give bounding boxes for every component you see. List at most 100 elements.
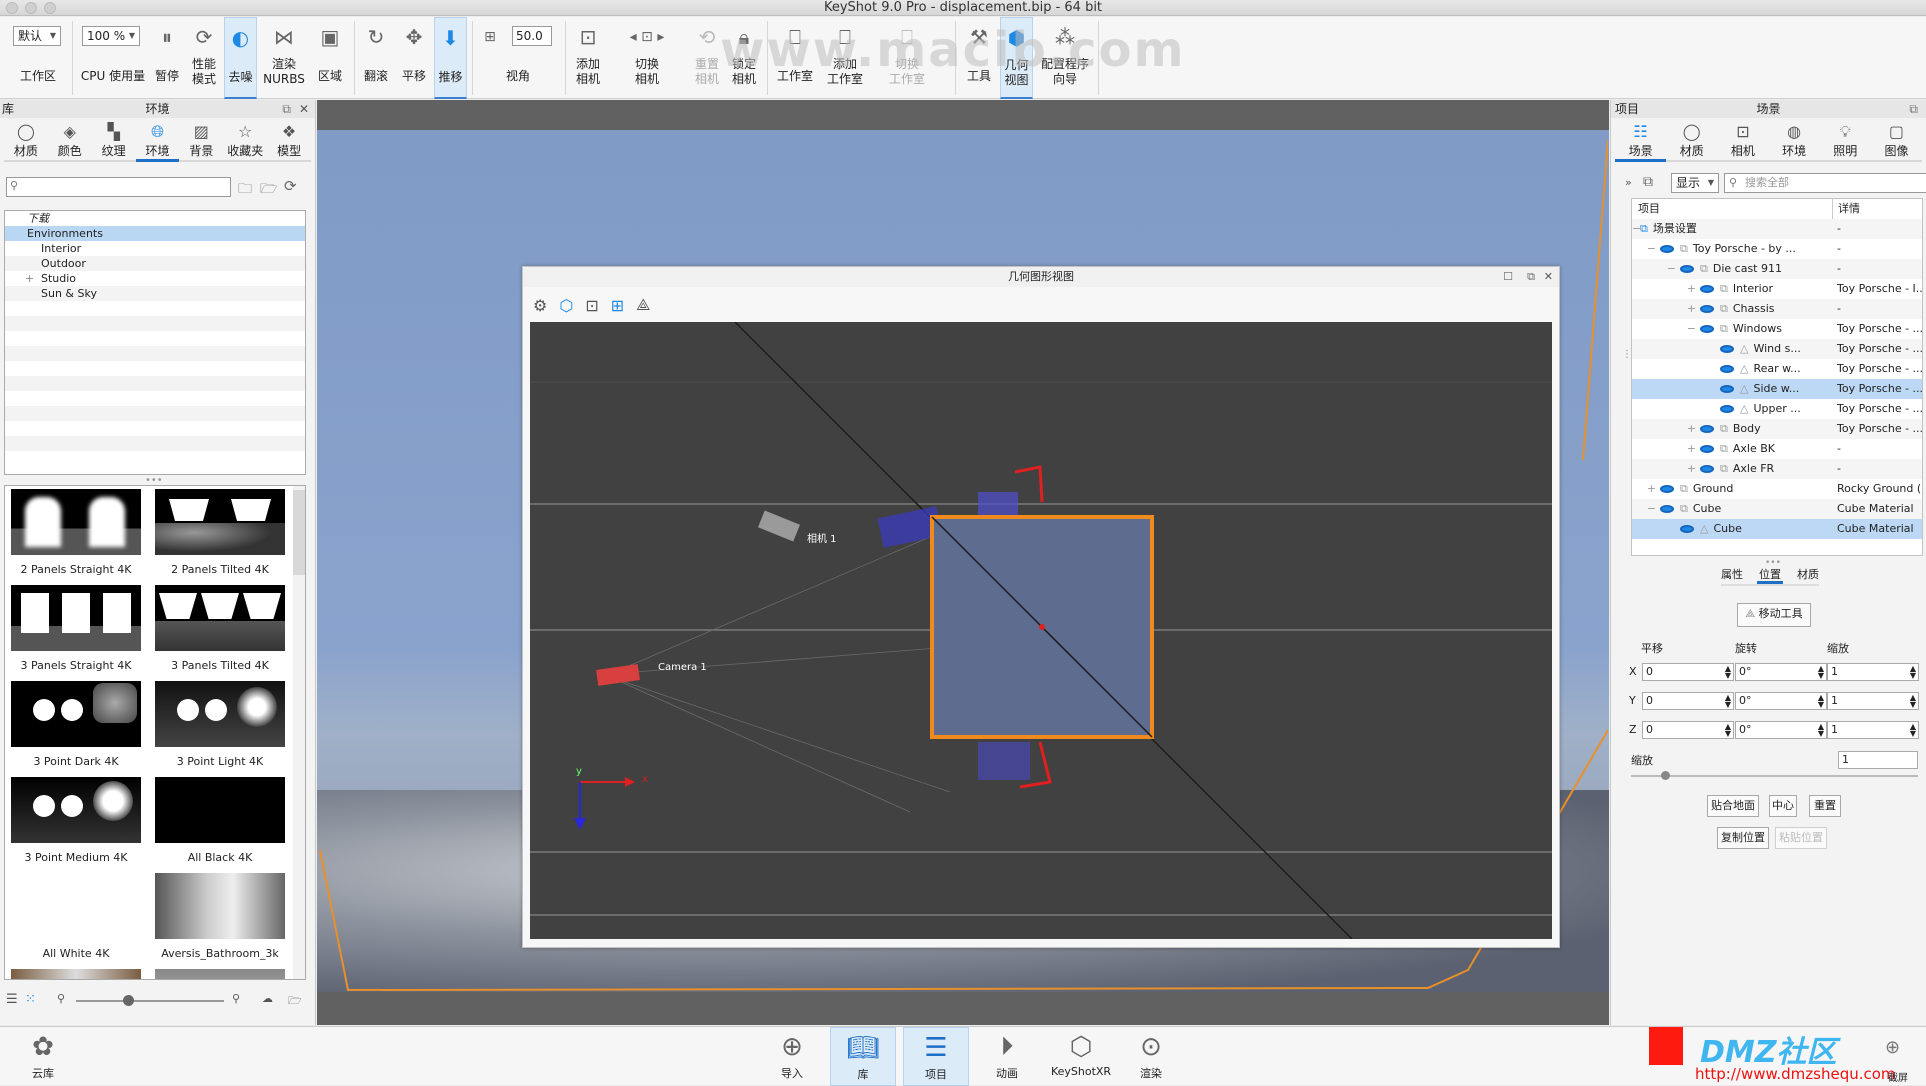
view-cube-icon[interactable]: ⬡ <box>559 296 573 315</box>
uniform-scale-input[interactable]: 1 <box>1838 751 1918 769</box>
expand-toggle-icon[interactable]: − <box>1632 319 1700 339</box>
spinner-arrows-icon[interactable]: ▲ ▼ <box>1910 723 1916 738</box>
grid-view-icon[interactable]: ⁙ <box>25 992 36 1007</box>
tree-item-outdoor[interactable]: Outdoor <box>5 256 305 271</box>
spinner-arrows-icon[interactable]: ▲ ▼ <box>1725 723 1731 738</box>
expand-toggle-icon[interactable]: + <box>1632 299 1700 319</box>
visibility-eye-icon[interactable] <box>1720 385 1734 393</box>
geometry-canvas[interactable]: 相机 1 Camera 1 y x <box>530 322 1552 939</box>
scene-tree-row[interactable]: + ⧉ Body Toy Porsche - ... <box>1632 419 1922 439</box>
camera-label[interactable]: Camera 1 <box>658 662 707 673</box>
visibility-eye-icon[interactable] <box>1700 445 1714 453</box>
switch-camera-button[interactable]: ◂ ⊡ ▸ 切换 相机 <box>618 17 676 99</box>
thumbnail-item[interactable]: 3 Point Light 4K <box>155 681 285 777</box>
cloud-library-button[interactable]: ✿ 云库 <box>10 1027 76 1086</box>
thumbnail-item[interactable]: 3 Panels Straight 4K <box>11 585 141 681</box>
render-nurbs-button[interactable]: ⋈ 渲染 NURBS <box>262 17 306 99</box>
library-search-input[interactable]: ⚲ <box>6 177 231 197</box>
add-folder-icon[interactable]: 🗀 <box>238 178 252 202</box>
settings-gear-icon[interactable]: ⚙ <box>527 296 547 315</box>
tree-item-environments[interactable]: Environments <box>5 226 305 241</box>
pause-button[interactable]: ⏸ 暂停 <box>150 17 184 99</box>
expand-toggle-icon[interactable]: − <box>1632 259 1680 279</box>
undock-icon[interactable]: ⧉ <box>282 100 291 118</box>
spinner-arrows-icon[interactable]: ▲ ▼ <box>1818 694 1824 709</box>
uniform-scale-slider[interactable] <box>1631 771 1918 780</box>
thumbnail-item[interactable]: Aversis_Bathroom_3k <box>155 873 285 969</box>
scale-y-input[interactable]: 1 ▲ ▼ <box>1827 692 1919 710</box>
render-button[interactable]: ⊙ 渲染 <box>1118 1027 1184 1086</box>
restore-icon[interactable]: ⧉ <box>1527 267 1535 287</box>
tab-environment[interactable]: ◍ 环境 <box>1769 118 1820 160</box>
visibility-eye-icon[interactable] <box>1660 245 1674 253</box>
expand-toggle-icon[interactable]: + <box>1632 459 1700 479</box>
refresh-icon[interactable]: ⟳ <box>284 177 297 195</box>
screenshot-icon[interactable]: ⊕ <box>1885 1037 1900 1058</box>
scene-tree-row[interactable]: + ⧉ Axle BK - <box>1632 439 1922 459</box>
tree-item-downloads[interactable]: 下载 <box>5 211 305 226</box>
translate-y-input[interactable]: 0 ▲ ▼ <box>1642 692 1734 710</box>
rotate-x-input[interactable]: 0° ▲ ▼ <box>1735 663 1827 681</box>
visibility-eye-icon[interactable] <box>1720 405 1734 413</box>
translate-x-input[interactable]: 0 ▲ ▼ <box>1642 663 1734 681</box>
scene-tree-row[interactable]: −⧉ 场景设置 - <box>1632 219 1922 239</box>
subtab-position[interactable]: 位置 <box>1757 566 1783 584</box>
tab-camera[interactable]: ⊡ 相机 <box>1717 118 1768 160</box>
expand-toggle-icon[interactable]: + <box>1632 439 1700 459</box>
tab-material[interactable]: ◯ 材质 <box>1666 118 1717 160</box>
visibility-eye-icon[interactable] <box>1680 265 1694 273</box>
reset-button[interactable]: 重置 <box>1809 795 1841 817</box>
scale-x-input[interactable]: 1 ▲ ▼ <box>1827 663 1919 681</box>
tab-background[interactable]: ▨ 背景 <box>179 118 223 160</box>
list-view-icon[interactable]: ☰ <box>6 992 18 1007</box>
folder-import-icon[interactable]: 🗁 <box>288 992 302 1011</box>
cloud-upload-icon[interactable]: ☁ <box>262 992 273 1005</box>
reset-camera-button[interactable]: ⟲ 重置 相机 <box>690 17 724 99</box>
slider-handle[interactable] <box>1661 771 1671 780</box>
scene-tree-row[interactable]: − ⧉ Cube Cube Material <box>1632 499 1922 519</box>
region-button[interactable]: ▣ 区域 <box>312 17 348 99</box>
scene-tree-row[interactable]: △ Cube Cube Material <box>1632 519 1922 539</box>
expand-icon[interactable]: + <box>25 271 34 286</box>
tab-environment[interactable]: 🌐︎ 环境 <box>135 118 180 162</box>
scene-tree-row[interactable]: △ Wind s... Toy Porsche - ... <box>1632 339 1922 359</box>
close-window-button[interactable] <box>6 2 18 14</box>
thumbnails-scrollbar[interactable] <box>293 486 305 979</box>
scene-tree-row[interactable]: − ⧉ Windows Toy Porsche - ... <box>1632 319 1922 339</box>
move-gizmo-icon[interactable]: ⟁ <box>636 295 650 315</box>
spinner-arrows-icon[interactable]: ▲ ▼ <box>1818 665 1824 680</box>
tumble-button[interactable]: ↻ 翻滚 <box>358 17 394 99</box>
close-panel-icon[interactable]: ✕ <box>299 100 309 118</box>
visibility-eye-icon[interactable] <box>1700 325 1714 333</box>
show-dropdown[interactable]: 显示 <box>1671 173 1719 193</box>
scale-z-input[interactable]: 1 ▲ ▼ <box>1827 721 1919 739</box>
tab-texture[interactable]: ▚ 纹理 <box>92 118 136 160</box>
camera-label[interactable]: 相机 1 <box>807 530 837 545</box>
move-tool-button[interactable]: ⟁ 移动工具 <box>1737 603 1811 627</box>
tab-lighting[interactable]: 💡︎ 照明 <box>1820 118 1871 160</box>
denoise-button[interactable]: ◐ 去噪 <box>224 17 257 99</box>
scene-tree-row[interactable]: + ⧉ Chassis - <box>1632 299 1922 319</box>
visibility-eye-icon[interactable] <box>1700 465 1714 473</box>
visibility-eye-icon[interactable] <box>1700 425 1714 433</box>
scene-tree-row[interactable]: + ⧉ Axle FR - <box>1632 459 1922 479</box>
panel-resize-handle[interactable]: ⋮ <box>1622 350 1632 360</box>
keyshotxr-button[interactable]: ⬡ KeyShotXR <box>1046 1027 1116 1086</box>
subtab-properties[interactable]: 属性 <box>1721 566 1743 584</box>
tab-color[interactable]: ◈ 颜色 <box>48 118 92 160</box>
scene-tree-row[interactable]: △ Upper ... Toy Porsche - ... <box>1632 399 1922 419</box>
camera-view-icon[interactable]: ⊡ <box>585 296 598 315</box>
spinner-arrows-icon[interactable]: ▲ ▼ <box>1910 694 1916 709</box>
pan-button[interactable]: ✥ 平移 <box>396 17 432 99</box>
paste-position-button[interactable]: 粘贴位置 <box>1775 827 1827 849</box>
spinner-arrows-icon[interactable]: ▲ ▼ <box>1910 665 1916 680</box>
scene-tree-row[interactable]: △ Rear w... Toy Porsche - ... <box>1632 359 1922 379</box>
expand-toggle-icon[interactable]: − <box>1632 499 1660 519</box>
tab-material[interactable]: ◯ 材质 <box>4 118 48 160</box>
thumbnail-item[interactable]: All White 4K <box>11 873 141 969</box>
tree-item-studio[interactable]: + Studio <box>5 271 305 286</box>
thumbnail-size-slider[interactable] <box>76 995 224 1006</box>
column-header-detail[interactable]: 详情 <box>1832 199 1860 219</box>
dolly-button[interactable]: ⬇ 推移 <box>434 17 467 99</box>
column-header-item[interactable]: 项目 <box>1638 199 1660 219</box>
